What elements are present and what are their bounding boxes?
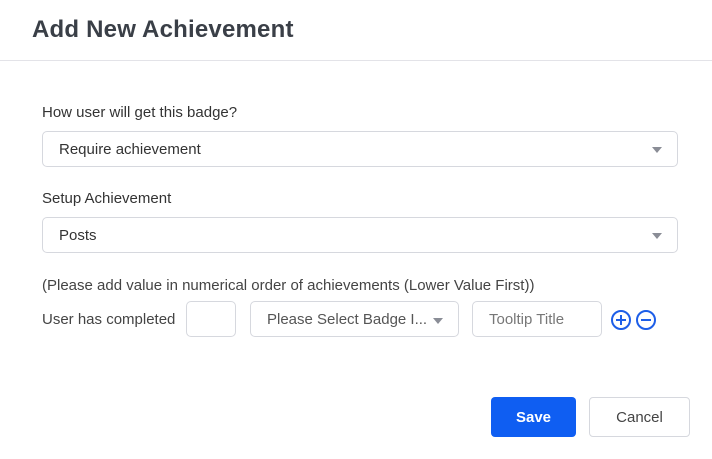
chevron-down-icon — [652, 233, 662, 239]
tooltip-title-placeholder: Tooltip Title — [489, 310, 565, 328]
save-button[interactable]: Save — [491, 397, 576, 437]
badge-image-value: Please Select Badge I... — [267, 310, 428, 328]
chevron-down-icon — [652, 147, 662, 153]
setup-achievement-label: Setup Achievement — [42, 190, 172, 207]
badge-method-label: How user will get this badge? — [42, 104, 238, 121]
completed-count-input[interactable] — [186, 301, 236, 337]
setup-achievement-value: Posts — [59, 226, 97, 244]
cancel-button[interactable]: Cancel — [589, 397, 690, 437]
badge-method-select[interactable]: Require achievement — [42, 131, 678, 167]
chevron-down-icon — [433, 318, 443, 324]
remove-row-button[interactable] — [636, 310, 656, 330]
setup-achievement-select[interactable]: Posts — [42, 217, 678, 253]
modal-title: Add New Achievement — [32, 16, 294, 43]
add-row-button[interactable] — [611, 310, 631, 330]
user-completed-label: User has completed — [42, 311, 176, 328]
badge-image-select[interactable]: Please Select Badge I... — [250, 301, 459, 337]
add-achievement-modal: Add New Achievement How user will get th… — [0, 0, 712, 459]
badge-method-value: Require achievement — [59, 140, 201, 158]
order-note: (Please add value in numerical order of … — [42, 277, 535, 294]
tooltip-title-input[interactable]: Tooltip Title — [472, 301, 602, 337]
modal-header: Add New Achievement — [0, 0, 712, 61]
